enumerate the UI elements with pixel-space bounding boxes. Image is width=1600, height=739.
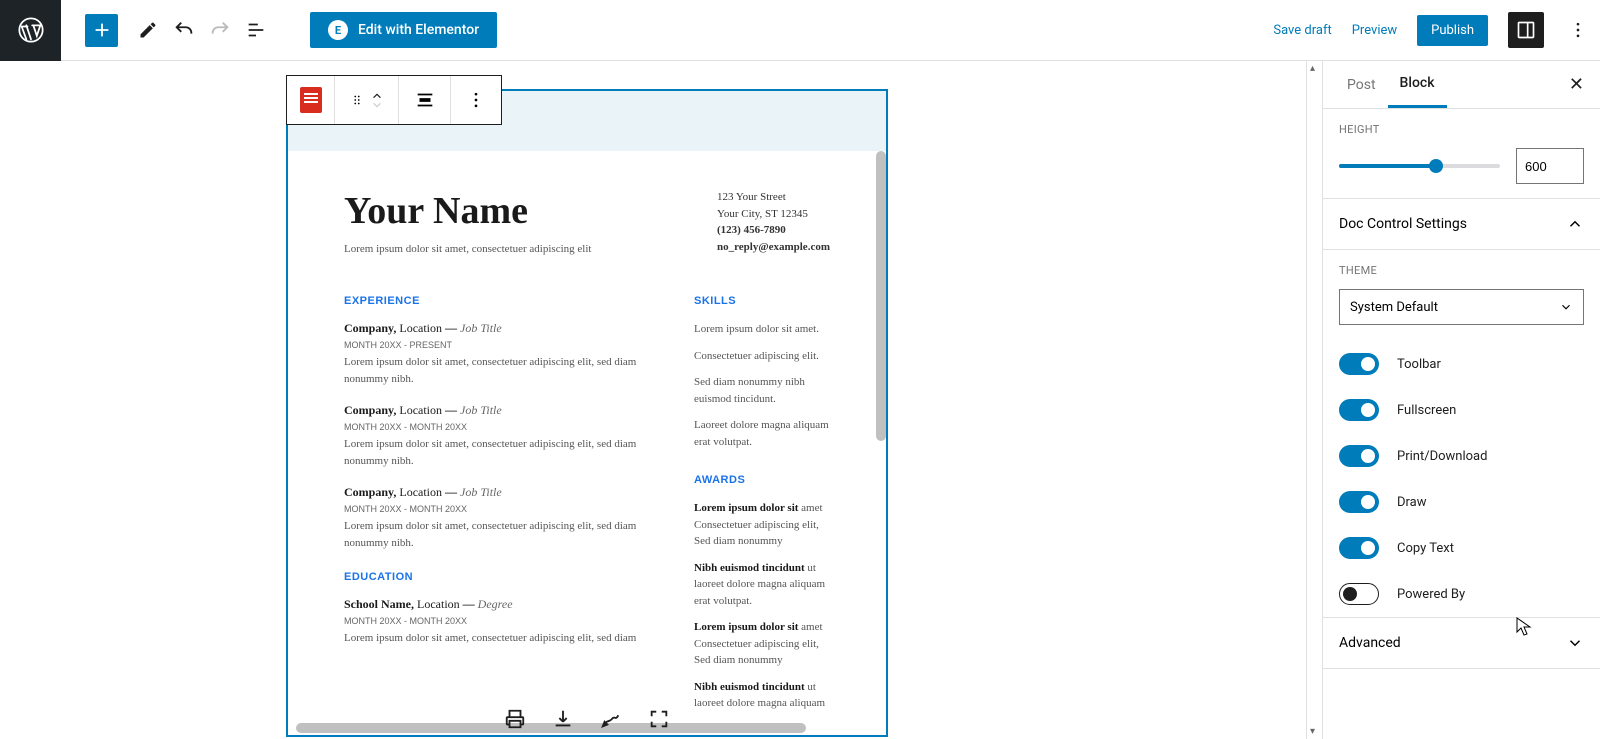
toggle-draw[interactable] [1339,491,1379,513]
chevron-down-icon [1559,300,1573,314]
block-drag-handle[interactable] [335,76,399,124]
toggle-fullscreen[interactable] [1339,399,1379,421]
move-up-icon[interactable] [370,92,384,100]
toggle-powered-by[interactable] [1339,583,1379,605]
contact-street: 123 Your Street [717,189,830,206]
skill-item: Lorem ipsum dolor sit amet. [694,321,830,338]
print-icon[interactable] [501,705,529,733]
edit-with-elementor-button[interactable]: E Edit with Elementor [310,12,497,48]
section-experience: EXPERIENCE [344,295,654,307]
settings-panel-toggle[interactable] [1508,12,1544,48]
elementor-icon: E [328,20,348,40]
document-content: Your Name Lorem ipsum dolor sit amet, co… [288,151,886,735]
education-entry: School Name, Location — Degree MONTH 20X… [344,597,654,647]
skill-item: Laoreet dolore magna aliquam erat volutp… [694,417,830,450]
move-down-icon[interactable] [370,101,384,109]
contact-email: no_reply@example.com [717,239,830,256]
contact-city: Your City, ST 12345 [717,206,830,223]
award-item: Nibh euismod tincidunt ut laoreet dolore… [694,560,830,610]
fullscreen-icon[interactable] [645,705,673,733]
doc-action-bar [489,699,685,739]
doc-contact: 123 Your Street Your City, ST 12345 (123… [717,189,830,255]
height-label: HEIGHT [1339,123,1584,136]
theme-label: THEME [1339,264,1584,277]
skill-item: Sed diam nonummy nibh euismod tincidunt. [694,374,830,407]
undo-icon[interactable] [166,12,202,48]
document-outline-icon[interactable] [238,12,274,48]
download-icon[interactable] [549,705,577,733]
theme-select[interactable]: System Default [1339,289,1584,325]
draw-icon[interactable] [597,705,625,733]
section-skills: SKILLS [694,295,830,307]
toggle-print-download[interactable] [1339,445,1379,467]
block-align-icon[interactable] [399,76,451,124]
award-item: Lorem ipsum dolor sit amet Consectetuer … [694,619,830,669]
tab-block[interactable]: Block [1388,61,1447,108]
doc-name: Your Name [344,189,591,233]
section-education: EDUCATION [344,571,654,583]
toggle-copy-text[interactable] [1339,537,1379,559]
section-awards: AWARDS [694,474,830,486]
wordpress-logo[interactable] [0,0,61,61]
doc-control-settings-panel[interactable]: Doc Control Settings [1323,199,1600,250]
chevron-down-icon [1566,634,1584,652]
edit-icon[interactable] [130,12,166,48]
job-entry: Company, Location — Job Title MONTH 20XX… [344,485,654,551]
job-entry: Company, Location — Job Title MONTH 20XX… [344,403,654,469]
canvas-scrollbar[interactable]: ▴▾ [1306,61,1322,739]
advanced-panel[interactable]: Advanced [1323,617,1600,669]
chevron-up-icon [1566,215,1584,233]
publish-button[interactable]: Publish [1417,15,1488,46]
doc-tagline: Lorem ipsum dolor sit amet, consectetuer… [344,243,591,255]
block-type-icon[interactable] [287,76,335,124]
toggle-toolbar[interactable] [1339,353,1379,375]
award-item: Nibh euismod tincidunt ut laoreet dolore… [694,679,830,712]
block-toolbar [286,75,502,125]
editor-canvas: Your Name Lorem ipsum dolor sit amet, co… [0,61,1322,739]
doc-vertical-scrollbar[interactable] [876,151,886,441]
contact-phone: (123) 456-7890 [717,222,830,239]
document-block[interactable]: Your Name Lorem ipsum dolor sit amet, co… [286,89,888,737]
settings-sidebar: Post Block ✕ HEIGHT Doc Control Settings… [1322,61,1600,739]
top-toolbar: E Edit with Elementor Save draft Preview… [0,0,1600,61]
height-input[interactable] [1516,148,1584,184]
preview-link[interactable]: Preview [1352,23,1397,38]
more-options-icon[interactable] [1564,12,1592,48]
close-sidebar-icon[interactable]: ✕ [1565,70,1588,99]
save-draft-link[interactable]: Save draft [1273,23,1331,38]
tab-post[interactable]: Post [1335,63,1388,107]
block-more-icon[interactable] [451,76,501,124]
job-entry: Company, Location — Job Title MONTH 20XX… [344,321,654,387]
award-item: Lorem ipsum dolor sit amet Consectetuer … [694,500,830,550]
elementor-label: Edit with Elementor [358,22,479,38]
skill-item: Consectetuer adipiscing elit. [694,348,830,365]
add-block-button[interactable] [85,14,118,47]
redo-icon[interactable] [202,12,238,48]
height-slider[interactable] [1339,164,1500,168]
